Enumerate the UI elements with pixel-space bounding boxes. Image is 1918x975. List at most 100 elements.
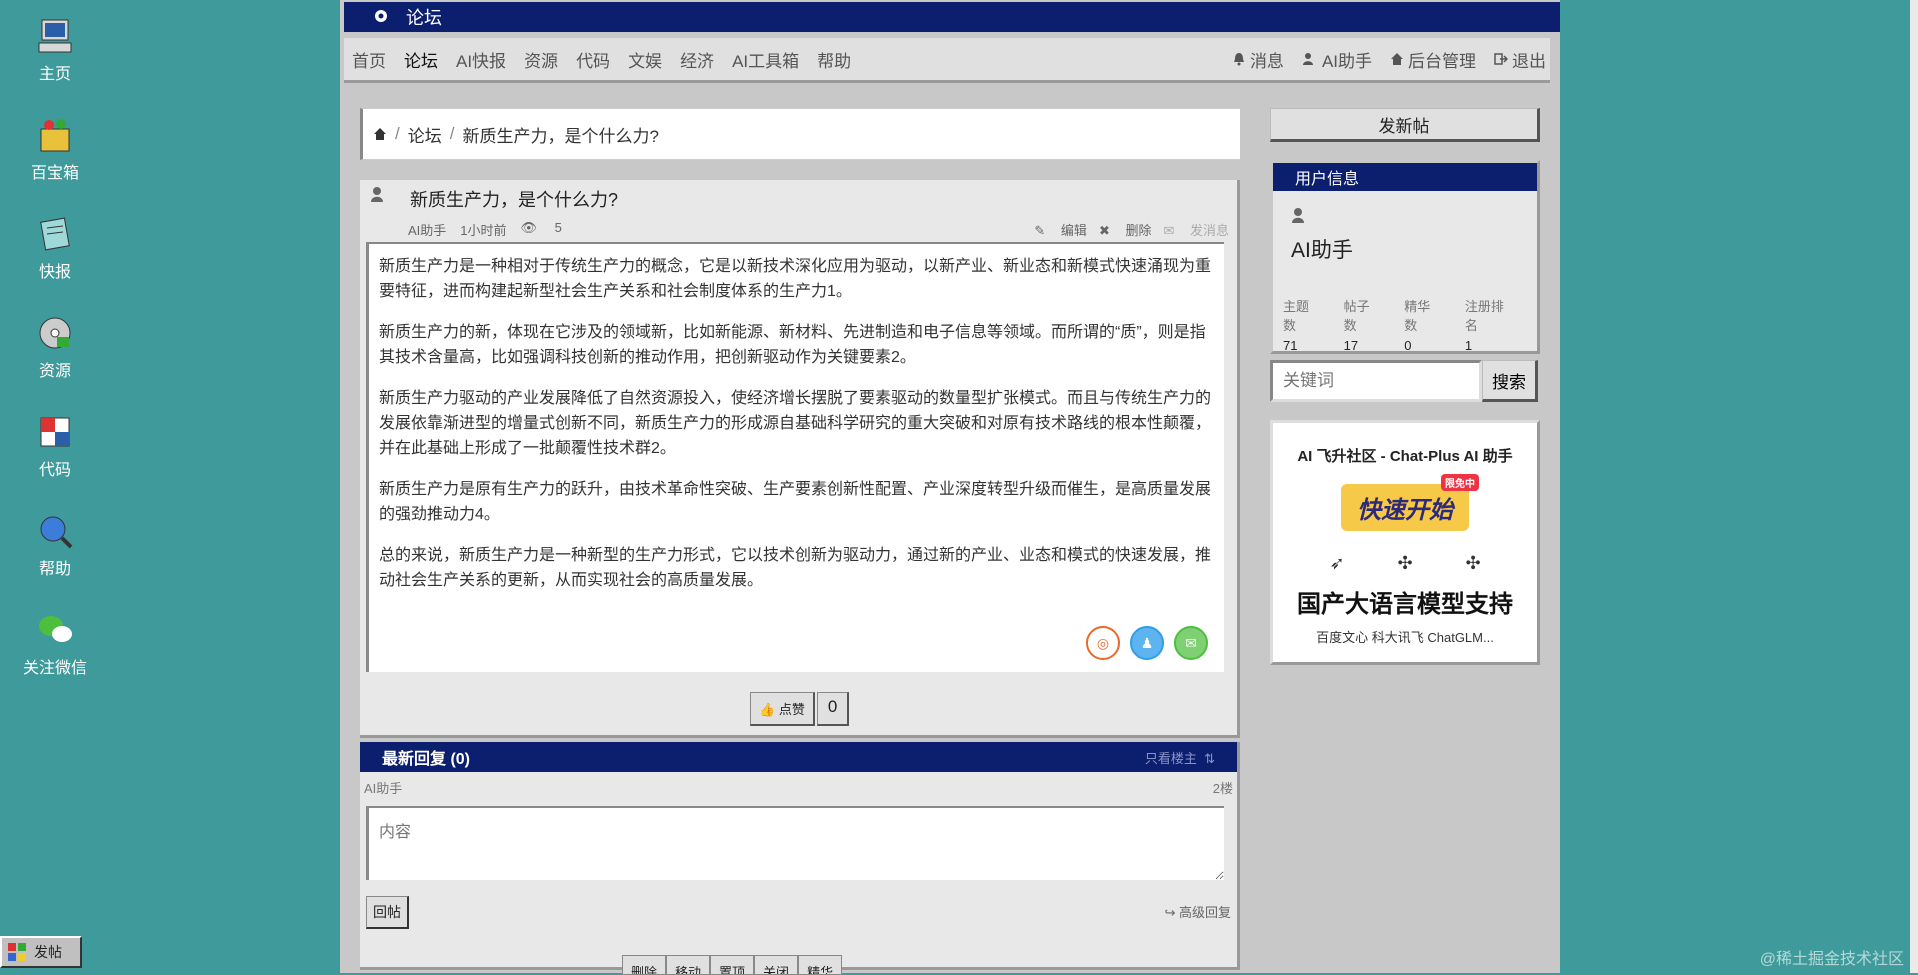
new-post-button[interactable]: 发新帖 [1270,108,1540,142]
user-name: AI助手 [1291,239,1353,262]
nav-item-forum[interactable]: 论坛 [404,47,438,72]
forum-window: 论坛 首页 论坛 AI快报 资源 代码 文娱 经济 AI工具箱 帮助 消息 AI… [340,0,1560,975]
promo-banner[interactable]: AI 飞升社区 - Chat-Plus AI 助手 快速开始 限免中 ➶ ✣ ✣ … [1270,420,1540,665]
nav-item-economy[interactable]: 经济 [680,47,714,72]
post-paragraph: 新质生产力是原有生产力的跃升，由技术革命性突破、生产要素创新性配置、产业深度转型… [379,481,1212,523]
desktop-icon-code[interactable]: 代码 [0,406,110,505]
home-icon[interactable] [373,127,387,141]
stat-label: 帖子数 [1343,299,1370,333]
reply-user-row: AI助手 2楼 [360,778,1237,797]
stat-value: 17 [1343,338,1359,353]
search-button[interactable]: 搜索 [1482,360,1538,402]
nav-item-entertainment[interactable]: 文娱 [628,47,662,72]
weibo-share-icon[interactable]: ◎ [1086,626,1120,660]
delete-thread-button[interactable]: 删除 [622,955,667,975]
advanced-reply-label: 高级回复 [1178,905,1231,920]
nav-right: 消息 AI助手 后台管理 退出 [1214,47,1546,72]
desktop-icon-news[interactable]: 快报 [0,208,110,307]
stat-value: 71 [1283,338,1298,353]
desktop-icon-resources[interactable]: 资源 [0,307,110,406]
nav-item-home[interactable]: 首页 [352,47,386,72]
stat-value: 0 [1404,338,1412,353]
delete-button[interactable]: ✖ 删除 [1099,220,1152,239]
desktop-icons: 主页 百宝箱 快报 资源 代码 帮助 关注微信 [0,10,110,703]
move-thread-button[interactable]: 移动 [666,955,711,975]
desktop-icon-help[interactable]: 帮助 [0,505,110,604]
avatar[interactable] [370,186,386,202]
desktop-icon-home[interactable]: 主页 [0,10,110,109]
reply-submit-button[interactable]: 回帖 [366,896,409,929]
puzzle-icon: ✣ [1397,553,1413,573]
user-info-title: 用户信息 [1273,163,1537,191]
avatar[interactable] [1291,207,1307,223]
nav-item-code[interactable]: 代码 [576,47,610,72]
nav-item-ai-news[interactable]: AI快报 [456,47,506,72]
desktop-icon-label: 主页 [38,66,71,83]
desktop-icon-label: 代码 [38,462,71,479]
close-thread-button[interactable]: 关闭 [754,955,799,975]
share-buttons: ◎ ♟ ✉ [1076,626,1208,660]
bell-icon [1233,53,1244,66]
stat-label: 主题数 [1283,299,1310,333]
breadcrumb-separator: / [395,124,400,143]
send-message-button[interactable]: ✉ 发消息 [1163,220,1229,239]
nav-logout[interactable]: 退出 [1494,47,1546,72]
post-time: 1小时前 [460,223,507,238]
moderation-toolbar: 删除 移动 置顶 关闭 精华 [622,955,843,975]
reply-header: 最新回复 (0) 只看楼主 ⇅ [360,742,1237,772]
taskbar-start-button[interactable]: 发帖 [0,936,82,968]
desktop-icon-wechat[interactable]: 关注微信 [0,604,110,703]
nav-left: 首页 论坛 AI快报 资源 代码 文娱 经济 AI工具箱 帮助 [352,47,869,72]
reply-user: AI助手 [364,781,403,796]
window-title: 论坛 [406,8,442,28]
nav-item-resources[interactable]: 资源 [524,47,558,72]
post-card: 新质生产力，是个什么力? AI助手 1小时前 👁 5 ✎ 编辑 ✖ 删除 ✉ 发… [360,180,1240,738]
advanced-reply-link[interactable]: ↪ 高级回复 [1164,902,1231,921]
promo-headline: 国产大语言模型支持 [1297,591,1513,618]
sort-icon[interactable]: ⇅ [1204,751,1215,766]
nav-messages-label: 消息 [1249,51,1284,71]
reply-section: 最新回复 (0) 只看楼主 ⇅ AI助手 2楼 回帖 ↪ 高级回复 [360,742,1240,970]
toolbox-icon [40,119,70,152]
page-scrollbar[interactable] [1910,0,1918,973]
promo-tag: 限免中 [1441,474,1479,491]
rocket-icon: ➶ [1329,553,1345,573]
desktop-icon-label: 快报 [38,264,71,281]
promo-icons: ➶ ✣ ✣ [1303,553,1507,574]
pin-thread-button[interactable]: 置顶 [710,955,755,975]
nav-item-ai-tools[interactable]: AI工具箱 [732,47,799,72]
nav-item-help[interactable]: 帮助 [817,47,851,72]
stat-item: 精华数 0 [1404,296,1451,353]
only-owner-toggle[interactable]: 只看楼主 ⇅ [1145,748,1215,767]
post-views: 👁 5 [521,220,576,239]
post-author[interactable]: AI助手 [408,220,446,239]
desktop-icon-toolbox[interactable]: 百宝箱 [0,109,110,208]
nav-messages[interactable]: 消息 [1232,47,1284,72]
search-input[interactable] [1270,360,1482,402]
desktop-icon-label: 资源 [38,363,71,380]
desktop-icon-label: 帮助 [38,561,71,578]
like-control: 👍 点赞 0 [750,692,850,726]
post-paragraph: 新质生产力是一种相对于传统生产力的概念，它是以新技术深化应用为驱动，以新产业、新… [379,258,1212,300]
nav-user[interactable]: AI助手 [1302,47,1372,72]
feature-thread-button[interactable]: 精华 [798,955,843,975]
taskbar-label: 发帖 [34,944,62,960]
nav-admin[interactable]: 后台管理 [1390,47,1476,72]
gear-logo-icon [375,10,387,22]
nav-admin-label: 后台管理 [1408,51,1476,71]
like-button[interactable]: 👍 点赞 [750,692,815,726]
search-bar: 搜索 [1270,360,1538,402]
reply-content-input[interactable] [366,806,1224,880]
promo-cta-label: 快速开始 [1357,497,1453,524]
wechat-share-icon[interactable]: ✉ [1174,626,1208,660]
promo-cta[interactable]: 快速开始 限免中 [1341,474,1479,531]
desktop-icon-label: 关注微信 [22,660,87,677]
post-paragraph: 总的来说，新质生产力是一种新型的生产力形式，它以技术创新为驱动力，通过新的产业、… [379,547,1212,589]
edit-button[interactable]: ✎ 编辑 [1034,220,1087,239]
breadcrumb-forum-link[interactable]: 论坛 [408,122,442,147]
stat-item: 注册排名 1 [1465,296,1523,353]
code-icon [40,417,70,447]
window-titlebar: 论坛 [344,2,1560,32]
computer-icon [38,19,72,53]
qq-share-icon[interactable]: ♟ [1130,626,1164,660]
